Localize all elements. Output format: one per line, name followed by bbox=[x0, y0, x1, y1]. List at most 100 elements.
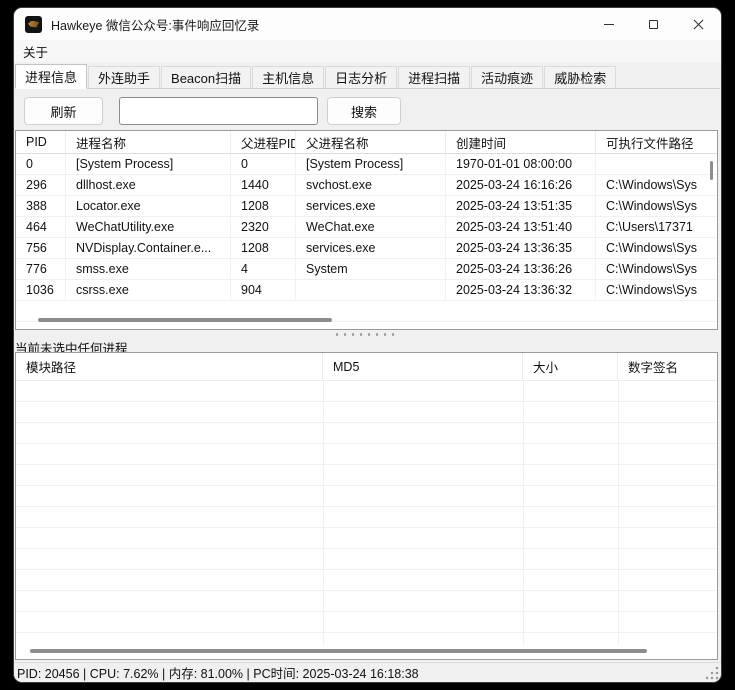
module-table-header: 模块路径 MD5 大小 数字签名 bbox=[16, 353, 717, 381]
process-cell: dllhost.exe bbox=[66, 175, 231, 195]
menu-bar: 关于 bbox=[14, 40, 721, 62]
process-cell: 1208 bbox=[231, 196, 296, 216]
process-cell: C:\Windows\Sys bbox=[596, 175, 717, 195]
column-header-size[interactable]: 大小 bbox=[523, 353, 618, 380]
process-cell: 2025-03-24 13:36:26 bbox=[446, 259, 596, 279]
process-cell: 1440 bbox=[231, 175, 296, 195]
minimize-button[interactable] bbox=[586, 8, 631, 40]
column-header-md5[interactable]: MD5 bbox=[323, 353, 523, 380]
close-button[interactable] bbox=[676, 8, 721, 40]
column-header-pid[interactable]: PID bbox=[16, 131, 66, 153]
process-cell: C:\Users\17371 bbox=[596, 217, 717, 237]
module-table: 模块路径 MD5 大小 数字签名 bbox=[15, 352, 718, 660]
column-header-parent-name[interactable]: 父进程名称 bbox=[296, 131, 446, 153]
process-cell bbox=[596, 154, 717, 174]
column-header-module-path[interactable]: 模块路径 bbox=[16, 353, 323, 380]
process-cell: 904 bbox=[231, 280, 296, 300]
process-cell: C:\Windows\Sys bbox=[596, 259, 717, 279]
process-cell: Locator.exe bbox=[66, 196, 231, 216]
process-cell: C:\Windows\Sys bbox=[596, 280, 717, 300]
horizontal-scrollbar-thumb[interactable] bbox=[38, 318, 332, 322]
process-row[interactable]: 0[System Process]0[System Process]1970-0… bbox=[16, 154, 717, 175]
status-text: PID: 20456 | CPU: 7.62% | 内存: 81.00% | P… bbox=[17, 663, 419, 682]
tab-1[interactable]: 进程信息 bbox=[15, 64, 87, 89]
process-cell: 756 bbox=[16, 238, 66, 258]
column-header-parent-pid[interactable]: 父进程PID bbox=[231, 131, 296, 153]
tab-8[interactable]: 威胁检索 bbox=[544, 66, 616, 88]
process-cell: 2025-03-24 13:36:35 bbox=[446, 238, 596, 258]
tab-4[interactable]: 主机信息 bbox=[252, 66, 324, 88]
process-cell: smss.exe bbox=[66, 259, 231, 279]
menu-item-about[interactable]: 关于 bbox=[16, 42, 55, 61]
splitter-grip-icon bbox=[336, 333, 400, 336]
title-bar[interactable]: Hawkeye 微信公众号:事件响应回忆录 bbox=[14, 8, 721, 40]
process-row[interactable]: 464WeChatUtility.exe2320WeChat.exe2025-0… bbox=[16, 217, 717, 238]
tab-strip: 进程信息外连助手Beacon扫描主机信息日志分析进程扫描活动痕迹威胁检索 bbox=[15, 64, 720, 89]
process-cell: WeChatUtility.exe bbox=[66, 217, 231, 237]
process-cell: 0 bbox=[16, 154, 66, 174]
tab-3[interactable]: Beacon扫描 bbox=[161, 66, 251, 88]
column-header-signature[interactable]: 数字签名 bbox=[618, 353, 717, 380]
process-cell: services.exe bbox=[296, 196, 446, 216]
process-cell: 1970-01-01 08:00:00 bbox=[446, 154, 596, 174]
process-cell: 1036 bbox=[16, 280, 66, 300]
process-cell: [System Process] bbox=[296, 154, 446, 174]
process-cell: C:\Windows\Sys bbox=[596, 238, 717, 258]
column-header-process-name[interactable]: 进程名称 bbox=[66, 131, 231, 153]
refresh-button[interactable]: 刷新 bbox=[24, 97, 103, 125]
process-cell: 1208 bbox=[231, 238, 296, 258]
process-cell: 2025-03-24 13:36:32 bbox=[446, 280, 596, 300]
process-row[interactable]: 296dllhost.exe1440svchost.exe2025-03-24 … bbox=[16, 175, 717, 196]
process-cell: 4 bbox=[231, 259, 296, 279]
process-cell: services.exe bbox=[296, 238, 446, 258]
column-divider bbox=[323, 381, 324, 645]
minimize-icon bbox=[604, 24, 614, 25]
process-table: PID 进程名称 父进程PID 父进程名称 创建时间 可执行文件路径 0[Sys… bbox=[15, 130, 718, 330]
process-cell: [System Process] bbox=[66, 154, 231, 174]
close-icon bbox=[693, 19, 704, 30]
process-cell: 2025-03-24 16:16:26 bbox=[446, 175, 596, 195]
search-input[interactable] bbox=[119, 97, 318, 125]
toolbar: 刷新 搜索 bbox=[14, 90, 721, 128]
window-title: Hawkeye 微信公众号:事件响应回忆录 bbox=[51, 15, 259, 34]
resize-grip[interactable] bbox=[706, 667, 719, 680]
vertical-scrollbar-thumb[interactable] bbox=[710, 161, 713, 180]
process-cell: NVDisplay.Container.e... bbox=[66, 238, 231, 258]
status-bar: PID: 20456 | CPU: 7.62% | 内存: 81.00% | P… bbox=[14, 662, 721, 682]
process-cell: 2025-03-24 13:51:35 bbox=[446, 196, 596, 216]
tab-5[interactable]: 日志分析 bbox=[325, 66, 397, 88]
search-button[interactable]: 搜索 bbox=[327, 97, 401, 125]
process-cell: 464 bbox=[16, 217, 66, 237]
process-cell: 0 bbox=[231, 154, 296, 174]
process-cell bbox=[296, 280, 446, 300]
maximize-icon bbox=[649, 20, 658, 29]
process-cell: System bbox=[296, 259, 446, 279]
process-cell: 296 bbox=[16, 175, 66, 195]
column-divider bbox=[523, 381, 524, 645]
app-window: Hawkeye 微信公众号:事件响应回忆录 关于 进程信息外连助手Beacon扫… bbox=[14, 8, 721, 682]
process-cell: C:\Windows\Sys bbox=[596, 196, 717, 216]
process-cell: 776 bbox=[16, 259, 66, 279]
process-row[interactable]: 1036csrss.exe904 2025-03-24 13:36:32C:\Wi… bbox=[16, 280, 717, 301]
process-cell: csrss.exe bbox=[66, 280, 231, 300]
column-header-exe-path[interactable]: 可执行文件路径 bbox=[596, 131, 717, 153]
process-table-header: PID 进程名称 父进程PID 父进程名称 创建时间 可执行文件路径 bbox=[16, 131, 717, 154]
column-header-create-time[interactable]: 创建时间 bbox=[446, 131, 596, 153]
module-table-body bbox=[16, 381, 717, 645]
process-row[interactable]: 388Locator.exe1208services.exe2025-03-24… bbox=[16, 196, 717, 217]
hawk-logo-icon bbox=[25, 16, 42, 33]
process-cell: 2025-03-24 13:51:40 bbox=[446, 217, 596, 237]
process-row[interactable]: 776smss.exe4System2025-03-24 13:36:26C:\… bbox=[16, 259, 717, 280]
column-divider bbox=[618, 381, 619, 645]
tab-7[interactable]: 活动痕迹 bbox=[471, 66, 543, 88]
process-cell: 388 bbox=[16, 196, 66, 216]
horizontal-scrollbar-thumb[interactable] bbox=[30, 649, 647, 653]
maximize-button[interactable] bbox=[631, 8, 676, 40]
process-table-body: 0[System Process]0[System Process]1970-0… bbox=[16, 154, 717, 301]
process-cell: WeChat.exe bbox=[296, 217, 446, 237]
tab-2[interactable]: 外连助手 bbox=[88, 66, 160, 88]
caption-buttons bbox=[586, 8, 721, 40]
process-row[interactable]: 756NVDisplay.Container.e...1208services.… bbox=[16, 238, 717, 259]
tab-6[interactable]: 进程扫描 bbox=[398, 66, 470, 88]
process-cell: svchost.exe bbox=[296, 175, 446, 195]
